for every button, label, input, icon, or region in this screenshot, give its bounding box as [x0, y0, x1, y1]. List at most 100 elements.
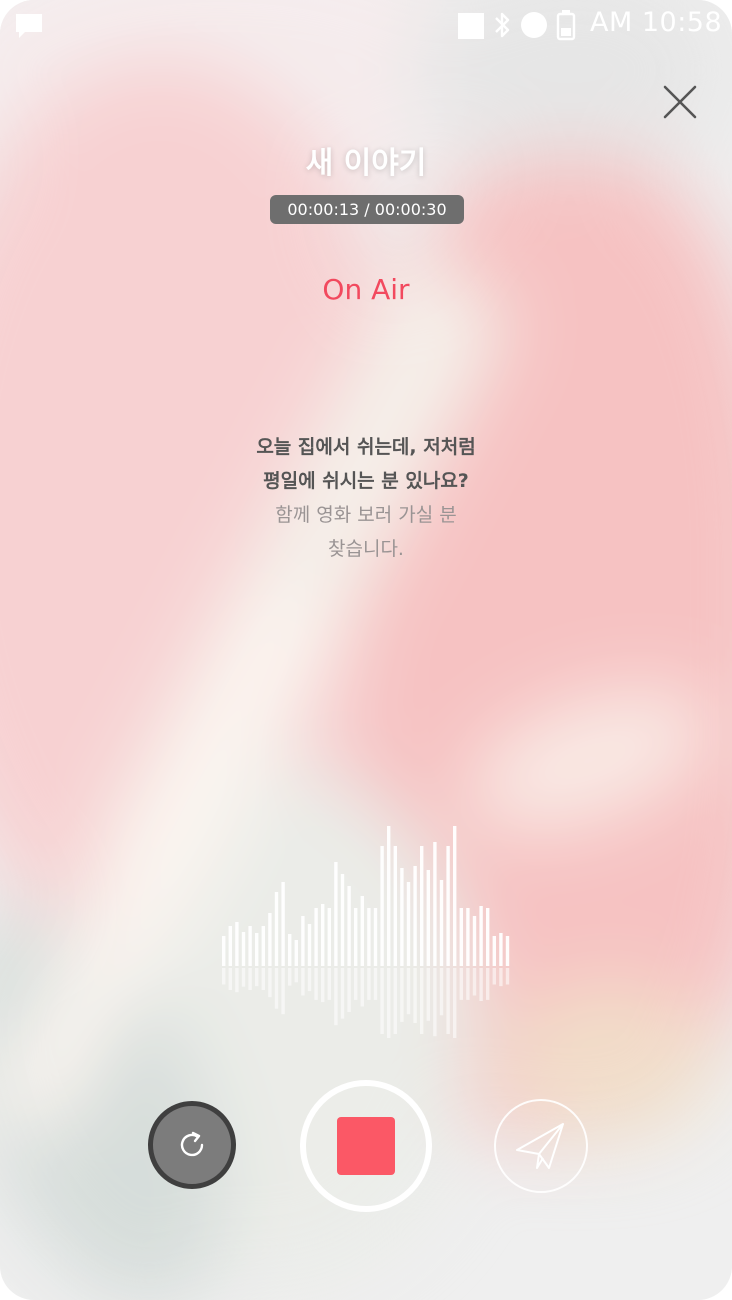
waveform-reflection-bar	[413, 968, 417, 1023]
message-line: 평일에 쉬시는 분 있나요?	[263, 470, 469, 492]
waveform-bar	[347, 886, 351, 966]
waveform-bar	[426, 870, 430, 966]
waveform-bar	[459, 908, 463, 966]
paper-plane-icon	[516, 1123, 564, 1169]
waveform-reflection-bar	[380, 968, 384, 1034]
waveform-reflection-bar	[255, 968, 259, 987]
waveform-bar	[453, 826, 457, 966]
waveform-reflection-bar	[439, 968, 444, 1016]
waveform-reflection-bar	[479, 968, 483, 1001]
waveform-reflection-bar	[288, 968, 292, 986]
waveform-reflection-bar	[499, 968, 503, 987]
waveform-reflection-bar	[334, 968, 338, 1026]
waveform-bar	[255, 933, 259, 966]
send-button[interactable]	[494, 1099, 588, 1193]
waveform-reflection-bar	[472, 968, 477, 996]
waveform-reflection-bar	[228, 968, 232, 990]
waveform-reflection-bar	[248, 968, 252, 990]
waveform-bar	[400, 868, 404, 966]
waveform-bar	[446, 846, 450, 966]
waveform-bar	[466, 908, 470, 966]
waveform-bar	[387, 826, 391, 966]
waveform-bar	[373, 908, 378, 966]
waveform-reflection-bar	[387, 968, 391, 1038]
stop-icon	[337, 1117, 395, 1175]
waveform-reflection-bar	[486, 968, 490, 1000]
waveform-reflection-bar	[426, 968, 430, 1021]
waveform-reflection-bar	[301, 968, 305, 996]
waveform-bar	[393, 846, 397, 966]
refresh-icon	[180, 1131, 204, 1157]
message-line: 오늘 집에서 쉬는데, 저처럼	[256, 436, 476, 458]
message-line: 함께 영화 보러 가실 분	[275, 504, 457, 526]
waveform-bar	[301, 916, 305, 966]
waveform-reflection-bar	[446, 968, 450, 1034]
waveform-reflection-bar	[222, 968, 226, 985]
close-icon[interactable]	[658, 80, 702, 124]
waveform-reflection-bar	[373, 968, 378, 1000]
waveform-bar	[314, 908, 318, 966]
waveform-bar	[228, 926, 232, 966]
waveform-bar	[235, 922, 239, 966]
waveform-bar	[222, 936, 226, 966]
waveform-bar	[241, 932, 246, 966]
waveform-reflection-bar	[294, 968, 298, 983]
waveform-bar	[505, 936, 510, 966]
waveform-bar	[499, 933, 503, 966]
waveform-reflection-bar	[281, 968, 285, 1015]
waveform-bar	[413, 866, 417, 966]
waveform-bar	[433, 842, 437, 966]
waveform-reflection-bar	[261, 968, 265, 990]
waveform-bar	[261, 926, 265, 966]
waveform-reflection-bar	[268, 968, 272, 998]
waveform-bar	[486, 908, 490, 966]
waveform-reflection-bar	[505, 968, 510, 985]
waveform-reflection-bar	[459, 968, 463, 1000]
reset-button[interactable]	[148, 1101, 236, 1189]
on-air-status: On Air	[322, 273, 410, 306]
waveform-reflection-bar	[433, 968, 437, 1037]
square-icon	[458, 13, 484, 39]
waveform-bar	[294, 940, 298, 966]
page-title: 새 이야기	[305, 146, 427, 181]
waveform-bar	[439, 880, 444, 966]
waveform-bar	[274, 892, 279, 966]
stop-record-button[interactable]	[300, 1080, 432, 1212]
bluetooth-icon	[495, 12, 510, 38]
waveform-reflection-bar	[400, 968, 404, 1022]
waveform-bar	[492, 936, 496, 966]
waveform-reflection-bar	[235, 968, 239, 993]
waveform-bar	[340, 874, 345, 966]
waveform-reflection-bar	[327, 968, 331, 1000]
waveform-reflection-bar	[347, 968, 351, 1012]
waveform-reflection-bar	[492, 968, 496, 985]
waveform-reflection-bar	[241, 968, 246, 987]
waveform-bar	[268, 913, 272, 966]
waveform-bar	[334, 862, 338, 966]
waveform-reflection-bar	[367, 968, 371, 1000]
message-line: 찾습니다.	[328, 538, 404, 560]
story-message: 오늘 집에서 쉬는데, 저처럼 평일에 쉬시는 분 있나요? 함께 영화 보러 …	[0, 430, 732, 566]
voice-recording-screen: AM 10:58 새 이야기 00:00:13 / 00:00:30 On Ai…	[0, 0, 732, 1300]
waveform-bar	[248, 926, 252, 966]
waveform-bar	[472, 916, 477, 966]
status-bar: AM 10:58	[0, 0, 732, 52]
waveform-reflection-bar	[307, 968, 312, 992]
waveform-bar	[479, 906, 483, 966]
waveform-reflection-bar	[314, 968, 318, 1000]
waveform-reflection-bar	[340, 968, 345, 1019]
circle-icon	[521, 12, 547, 38]
waveform-bar	[360, 896, 364, 966]
waveform-reflection-bar	[354, 968, 358, 1000]
battery-icon	[556, 10, 576, 41]
waveform-bar	[281, 882, 285, 966]
waveform-bar	[321, 904, 325, 966]
waveform-reflection-bar	[453, 968, 457, 1038]
waveform-bar	[354, 908, 358, 966]
waveform-reflection-bar	[466, 968, 470, 1000]
waveform-reflection-bar	[406, 968, 411, 1015]
waveform-reflection-bar	[321, 968, 325, 1003]
audio-waveform	[222, 826, 510, 1038]
waveform-bar	[307, 924, 312, 966]
status-time: AM 10:58	[590, 7, 723, 38]
